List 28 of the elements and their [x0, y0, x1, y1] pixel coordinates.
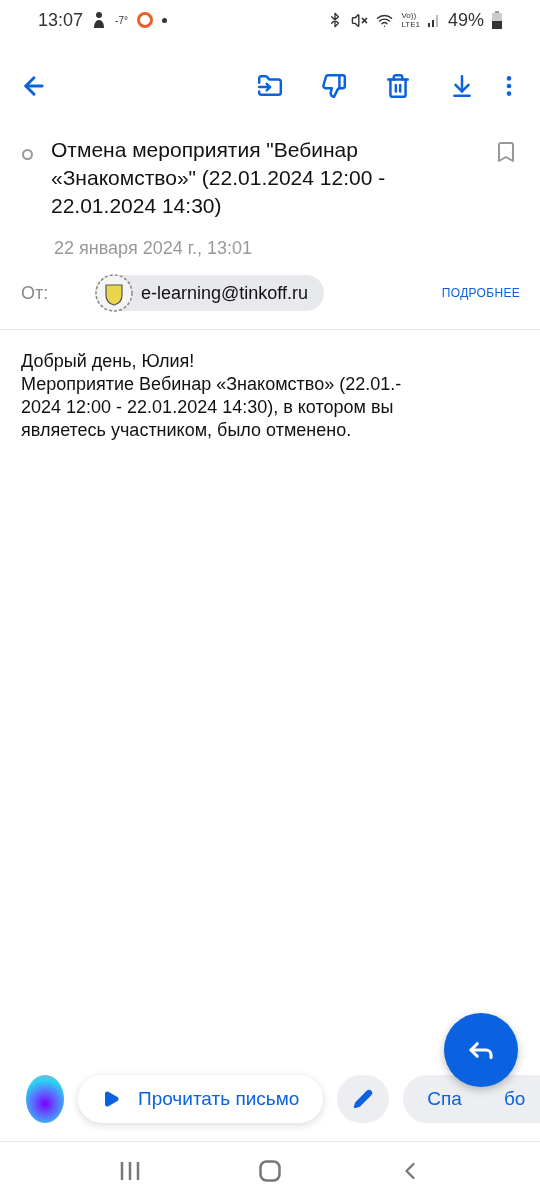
sender-chip[interactable]: e-learning@tinkoff.ru	[95, 275, 325, 311]
reply-button[interactable]	[444, 1013, 518, 1087]
temperature: -7°	[115, 14, 128, 26]
logo-icon	[95, 274, 133, 312]
battery-icon	[492, 11, 502, 29]
volte-label: Vo))	[401, 11, 418, 20]
from-label: От:	[21, 282, 50, 304]
signal-icon	[427, 13, 440, 27]
email-date: 22 января 2024 г., 13:01	[53, 237, 254, 259]
sender-email: e-learning@tinkoff.ru	[141, 282, 309, 304]
play-icon	[102, 1090, 120, 1108]
assistant-icon[interactable]	[26, 1075, 64, 1123]
quick-reply-chip[interactable]: Спа бо	[403, 1075, 540, 1123]
network-label: LTE1	[401, 20, 420, 29]
recent-apps-icon	[119, 1161, 141, 1181]
home-icon	[259, 1160, 281, 1182]
ring-icon	[135, 11, 154, 29]
dot-icon	[161, 17, 167, 23]
read-aloud-button[interactable]: Прочитать письмо	[78, 1075, 324, 1123]
mute-icon	[351, 11, 369, 29]
edit-button[interactable]	[337, 1075, 390, 1123]
details-link[interactable]: ПОДРОБНЕЕ	[441, 286, 520, 300]
battery-percent: 49%	[447, 9, 484, 31]
email-body: Добрый день, Юлия! Мероприятие Вебинар «Знакомство» (22.01.- 2024 12:00 - 22.01.2024 14:30), в котором вы являетесь участником, было отменено.	[20, 350, 403, 442]
email-subject: Отмена мероприятия "Вебинар «Знакомство»" (22.01.2024 12:00 - 22.01.2024 14:30)	[51, 137, 387, 219]
clock: 13:07	[38, 9, 84, 31]
pencil-icon	[353, 1089, 374, 1109]
unread-dot[interactable]	[22, 149, 33, 160]
